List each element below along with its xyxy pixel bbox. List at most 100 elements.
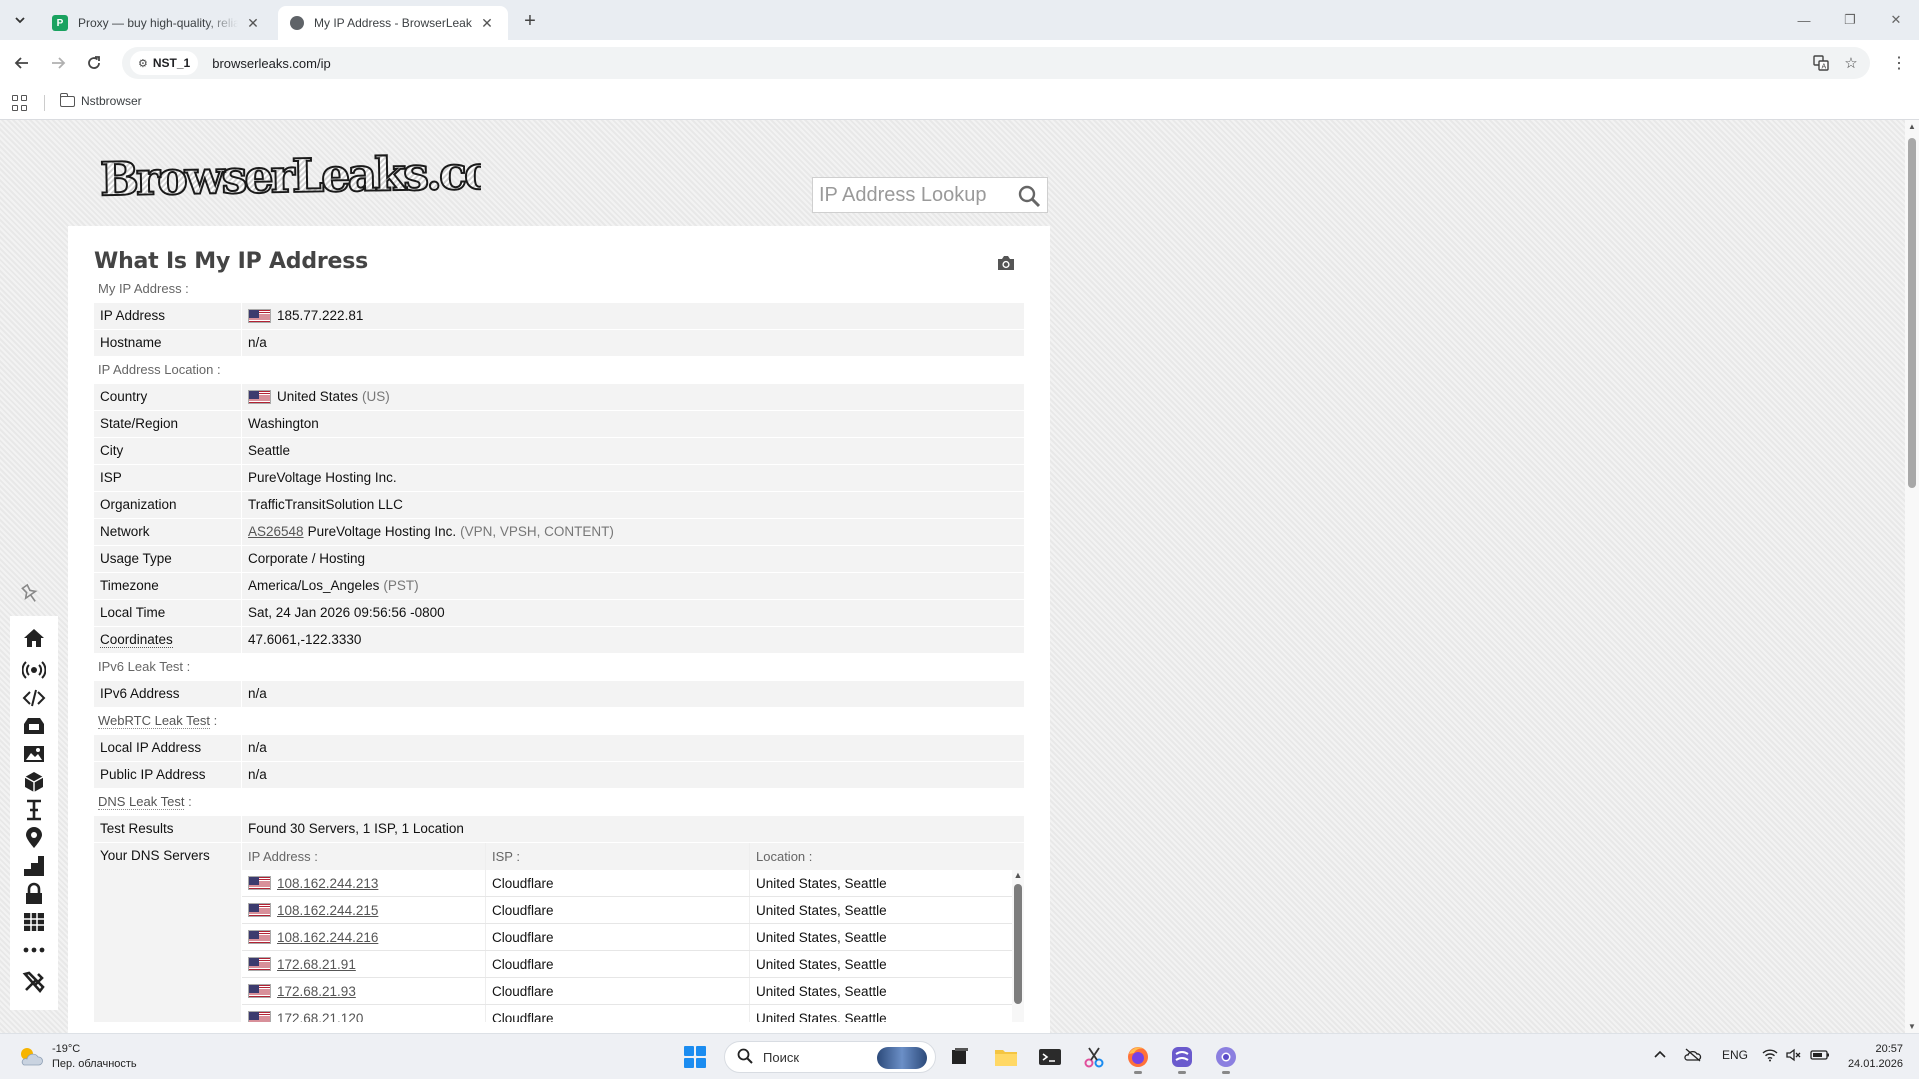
dns-ip-link[interactable]: 172.68.21.120 (277, 1011, 363, 1023)
cube-icon[interactable] (22, 770, 46, 794)
restore-button[interactable]: ❐ (1827, 0, 1873, 40)
address-bar[interactable]: ⚙ NST_1 browserleaks.com/ip A ☆ (122, 47, 1870, 79)
bookmark-folder-nstbrowser[interactable]: Nstbrowser (59, 92, 142, 108)
reload-button[interactable] (80, 49, 108, 77)
table-row: Timezone America/Los_Angeles (PST) (94, 573, 1024, 600)
table-row: 108.162.244.216 Cloudflare United States, … (242, 924, 1024, 951)
coordinates-label[interactable]: Coordinates (100, 632, 173, 648)
text-cursor-icon[interactable] (22, 798, 46, 822)
apps-grid-icon[interactable] (12, 95, 28, 111)
scrollbar-thumb[interactable] (1014, 884, 1022, 1004)
more-icon[interactable] (22, 938, 46, 962)
code-icon[interactable] (22, 686, 46, 710)
snipping-tool-icon[interactable] (1080, 1043, 1108, 1071)
translate-icon[interactable]: A (1810, 53, 1832, 73)
pin-icon[interactable] (18, 582, 42, 606)
location-pin-icon[interactable] (22, 826, 46, 850)
dns-leak-link[interactable]: DNS Leak Test (98, 794, 185, 810)
browser-toolbar: ⚙ NST_1 browserleaks.com/ip A ☆ ⋮ (0, 40, 1919, 86)
table-icon[interactable] (22, 910, 46, 934)
page-viewport: BrowserLeaks.com What Is My IP Address M… (0, 120, 1919, 1033)
main-content: What Is My IP Address My IP Address : IP… (68, 226, 1050, 1033)
chart-icon[interactable] (22, 854, 46, 878)
onedrive-off-icon[interactable] (1684, 1048, 1702, 1065)
lock-icon[interactable] (22, 882, 46, 906)
tray-overflow-icon[interactable] (1654, 1048, 1666, 1062)
forward-button[interactable] (44, 49, 72, 77)
window-close-button[interactable]: ✕ (1873, 0, 1919, 40)
chromium-icon[interactable] (1212, 1043, 1240, 1074)
new-tab-button[interactable]: + (516, 10, 544, 32)
terminal-icon[interactable] (1036, 1043, 1064, 1071)
weather-widget[interactable]: -19°C Пер. облачность (16, 1042, 137, 1072)
file-explorer-icon[interactable] (992, 1043, 1020, 1071)
ip-lookup-box (812, 177, 1048, 213)
arrow-right-icon (52, 57, 66, 69)
dns-ip-link[interactable]: 172.68.21.91 (277, 957, 356, 972)
site-info-chip[interactable]: ⚙ NST_1 (130, 51, 199, 75)
task-view-icon[interactable] (946, 1043, 974, 1071)
tab-strip: P Proxy — buy high-quality, reliable ✕ M… (0, 0, 1919, 40)
search-icon[interactable] (1017, 184, 1041, 208)
home-icon[interactable] (22, 626, 46, 650)
network-value: PureVoltage Hosting Inc. (307, 524, 457, 539)
url-text[interactable]: browserleaks.com/ip (212, 56, 331, 71)
table-row: Organization TrafficTransitSolution LLC (94, 492, 1024, 519)
close-icon[interactable]: ✕ (478, 14, 496, 32)
site-sidebar-nav (10, 616, 58, 1010)
bookmark-folder-label: Nstbrowser (81, 94, 142, 108)
row-label: Hostname (94, 330, 242, 356)
state-value: Washington (248, 416, 319, 431)
scrollbar-thumb[interactable] (1908, 138, 1916, 488)
language-indicator[interactable]: ENG (1722, 1048, 1748, 1062)
dns-isp: Cloudflare (485, 978, 749, 1004)
tab-search-button[interactable] (6, 8, 34, 32)
row-label: Your DNS Servers (94, 843, 242, 1022)
tools-icon[interactable] (22, 970, 46, 994)
scroll-up-icon[interactable]: ▲ (1907, 122, 1917, 131)
dns-ip-link[interactable]: 108.162.244.215 (277, 903, 378, 918)
nstbrowser-icon[interactable] (1168, 1043, 1196, 1074)
network-tags: (VPN, VPSH, CONTENT) (460, 524, 614, 539)
dns-servers-table[interactable]: IP Address : ISP : Location : 108.162.24… (242, 843, 1024, 1022)
scroll-up-icon[interactable]: ▲ (1012, 870, 1024, 880)
row-label: ISP (94, 465, 242, 491)
ip-lookup-input[interactable] (813, 183, 1009, 207)
browserleaks-logo[interactable]: BrowserLeaks.com (96, 142, 542, 208)
camera-icon[interactable] (996, 254, 1016, 272)
section-ipv6: IPv6 Leak Test : (98, 659, 191, 674)
tab-proxy[interactable]: P Proxy — buy high-quality, reliable ✕ (40, 6, 274, 40)
back-button[interactable] (8, 49, 36, 77)
start-button[interactable] (684, 1046, 706, 1068)
partly-cloudy-icon (21, 1048, 43, 1066)
taskbar-search[interactable]: Поиск (724, 1041, 936, 1073)
row-label: Network (94, 519, 242, 545)
volume-muted-icon[interactable] (1786, 1048, 1802, 1065)
asn-link[interactable]: AS26548 (248, 519, 304, 545)
dns-location: United States, Seattle (749, 924, 1024, 950)
dns-ip-link[interactable]: 172.68.21.93 (277, 984, 356, 999)
minimize-button[interactable]: — (1781, 0, 1827, 40)
firefox-icon[interactable] (1124, 1043, 1152, 1074)
webrtc-link[interactable]: WebRTC Leak Test (98, 713, 210, 729)
proxy-favicon-icon: P (52, 15, 68, 31)
webgl-icon[interactable] (22, 714, 46, 738)
dns-ip-link[interactable]: 108.162.244.216 (277, 930, 378, 945)
menu-kebab-icon[interactable]: ⋮ (1889, 52, 1909, 74)
page-scrollbar[interactable]: ▲ ▼ (1905, 120, 1919, 1033)
dns-ip-link[interactable]: 108.162.244.213 (277, 876, 378, 891)
system-clock[interactable]: 20:57 24.01.2026 (1848, 1042, 1903, 1072)
bookmark-star-icon[interactable]: ☆ (1840, 53, 1862, 73)
image-icon[interactable] (22, 742, 46, 766)
dns-location: United States, Seattle (749, 978, 1024, 1004)
scroll-down-icon[interactable]: ▼ (1907, 1022, 1917, 1031)
section-webrtc: WebRTC Leak Test : (94, 708, 1024, 735)
dns-table-scrollbar[interactable]: ▲ (1012, 870, 1024, 1022)
broadcast-icon[interactable] (22, 658, 46, 682)
wifi-icon[interactable] (1762, 1048, 1778, 1065)
battery-icon[interactable] (1810, 1048, 1830, 1065)
table-row: 172.68.21.91 Cloudflare United States, Sea… (242, 951, 1024, 978)
close-icon[interactable]: ✕ (244, 14, 262, 32)
dns-table-header: IP Address : ISP : Location : (242, 843, 1024, 870)
tab-browserleaks[interactable]: My IP Address - BrowserLeaks ✕ (278, 6, 508, 40)
